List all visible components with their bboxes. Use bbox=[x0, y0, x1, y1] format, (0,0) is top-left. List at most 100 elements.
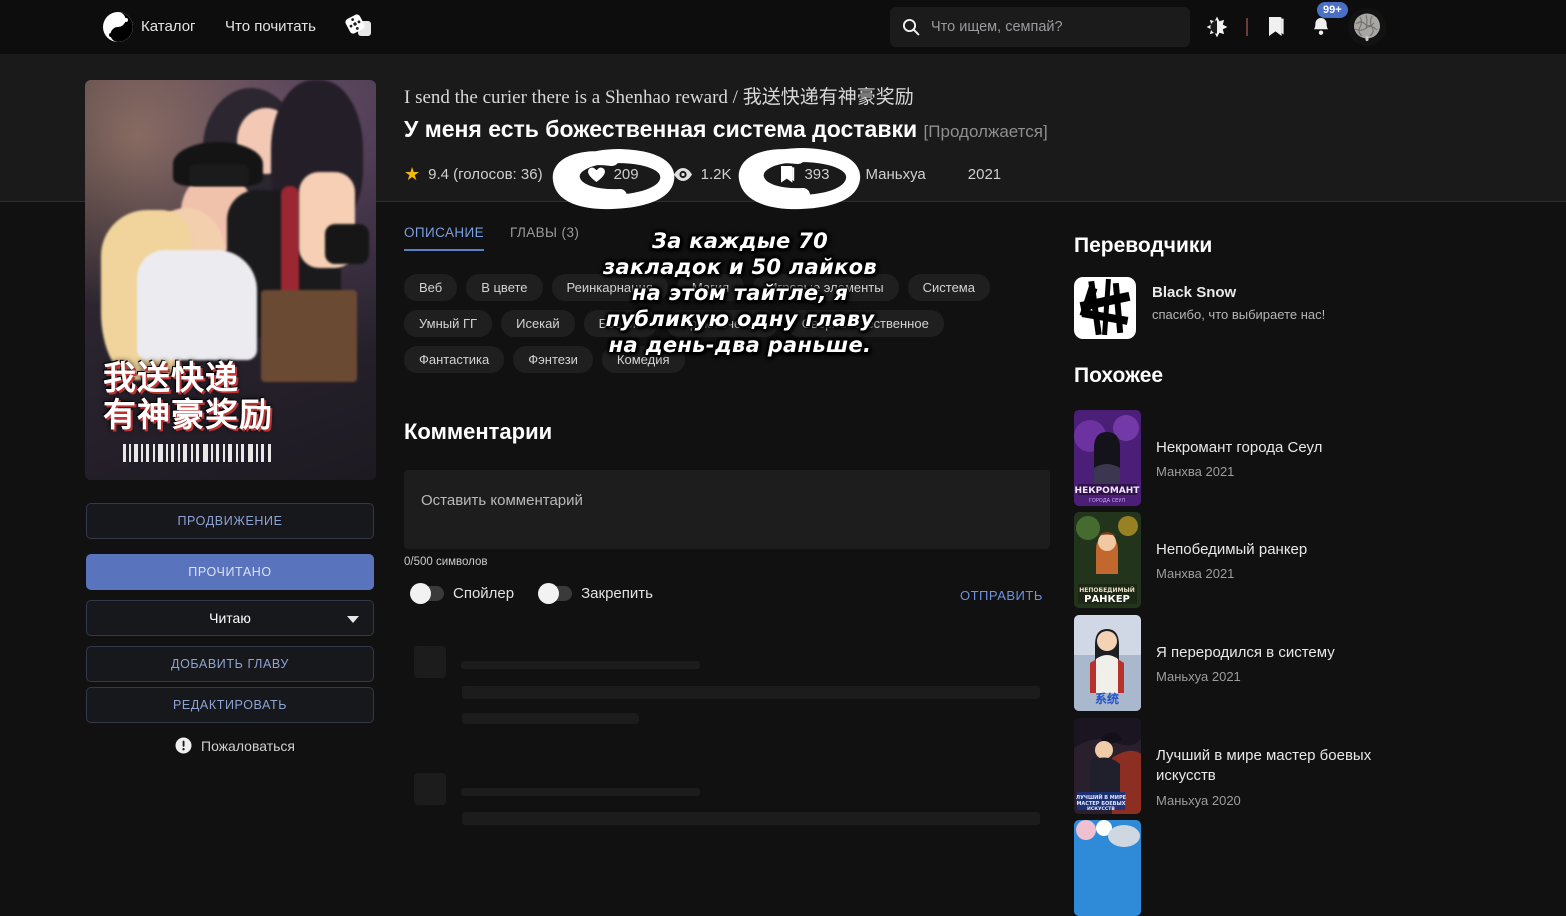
tab-chapters[interactable]: ГЛАВЫ (3) bbox=[510, 225, 579, 251]
comment-input[interactable]: Оставить комментарий bbox=[404, 470, 1050, 549]
likes-stat[interactable]: 209 bbox=[587, 166, 639, 183]
eye-icon bbox=[673, 168, 692, 181]
svg-text:РАНКЕР: РАНКЕР bbox=[1084, 594, 1130, 605]
cover-title: 我送快递 有神豪奖励 bbox=[103, 358, 273, 435]
nav-what-to-read[interactable]: Что почитать bbox=[225, 18, 316, 35]
tag-item[interactable]: Фантастика bbox=[404, 346, 505, 373]
bookmarks-stat[interactable]: 393 bbox=[779, 165, 830, 184]
similar-meta: Манхва 2021 bbox=[1156, 566, 1235, 582]
translators-heading: Переводчики bbox=[1074, 234, 1213, 257]
type-value: Маньхуа bbox=[865, 166, 926, 183]
similar-cover bbox=[1074, 820, 1141, 916]
page-title: У меня есть божественная система доставк… bbox=[404, 116, 1048, 143]
search-icon bbox=[902, 18, 920, 36]
skeleton-line bbox=[462, 812, 1040, 825]
translator-item[interactable]: Black Snow спасибо, что выбираете нас! bbox=[1074, 277, 1325, 339]
bookmarks-value: 393 bbox=[804, 166, 830, 183]
similar-title: Я переродился в систему bbox=[1156, 644, 1335, 661]
notification-badge[interactable]: 99+ bbox=[1317, 2, 1348, 19]
svg-text:系统: 系统 bbox=[1095, 691, 1119, 706]
add-chapter-button[interactable]: ДОБАВИТЬ ГЛАВУ bbox=[86, 646, 374, 682]
tag-item[interactable]: Веб bbox=[404, 274, 458, 301]
cover-image[interactable]: 我送快递 有神豪奖励 bbox=[85, 80, 376, 480]
svg-text:НЕПОБЕДИМЫЙ: НЕПОБЕДИМЫЙ bbox=[1079, 586, 1135, 594]
theme-toggle-icon[interactable] bbox=[1206, 16, 1228, 38]
spoiler-toggle[interactable]: Спойлер bbox=[410, 583, 515, 604]
tag-item[interactable]: В цвете bbox=[466, 274, 543, 301]
similar-item[interactable]: 系统 Я переродился в систему Маньхуа 2021 bbox=[1074, 615, 1335, 711]
tag-item[interactable]: Умный ГГ bbox=[404, 310, 493, 337]
stats-row: ★ 9.4 (голосов: 36) 209 1.2K 393 Маньхуа… bbox=[404, 164, 1031, 185]
status-badge: [Продолжается] bbox=[923, 122, 1048, 141]
similar-cover: НЕКРОМАНТ ГОРОДА СЕУЛ bbox=[1074, 410, 1141, 506]
nav-catalog[interactable]: Каталог bbox=[141, 18, 196, 35]
reading-status-value: Читаю bbox=[209, 610, 251, 626]
english-title: I send the curier there is a Shenhao rew… bbox=[404, 87, 914, 108]
similar-item[interactable]: ЛУЧШИЙ В МИРЕ МАСТЕР БОЕВЫХ ИСКУССТВ Луч… bbox=[1074, 718, 1376, 814]
user-avatar[interactable] bbox=[1348, 8, 1386, 46]
rating-value: 9.4 (голосов: 36) bbox=[428, 166, 543, 183]
handwritten-note: За каждые 70 закладок и 50 лайков на это… bbox=[603, 229, 877, 358]
header-divider bbox=[1246, 18, 1248, 36]
skeleton-line bbox=[461, 661, 700, 669]
similar-cover: ЛУЧШИЙ В МИРЕ МАСТЕР БОЕВЫХ ИСКУССТВ bbox=[1074, 718, 1141, 814]
skeleton-avatar bbox=[414, 773, 446, 805]
spoiler-label: Спойлер bbox=[453, 585, 515, 602]
bookmark-icon[interactable] bbox=[1266, 16, 1286, 38]
pin-toggle[interactable]: Закрепить bbox=[538, 583, 653, 604]
similar-meta: Маньхуа 2020 bbox=[1156, 792, 1241, 808]
report-label: Пожаловаться bbox=[201, 737, 296, 754]
svg-text:ЛУЧШИЙ В МИРЕ: ЛУЧШИЙ В МИРЕ bbox=[1076, 793, 1127, 801]
similar-cover: 系统 bbox=[1074, 615, 1141, 711]
similar-item[interactable]: НЕПОБЕДИМЫЙ РАНКЕР Непобедимый ранкер Ма… bbox=[1074, 512, 1307, 608]
tag-item[interactable]: Система bbox=[907, 274, 990, 301]
tag-item[interactable]: Фэнтези bbox=[513, 346, 593, 373]
reading-status-select[interactable]: Читаю bbox=[86, 600, 374, 636]
search-box[interactable] bbox=[890, 7, 1190, 47]
similar-title: Некромант города Сеул bbox=[1156, 439, 1323, 456]
comment-placeholder: Оставить комментарий bbox=[421, 492, 583, 509]
translator-name: Black Snow bbox=[1152, 284, 1237, 301]
rating-stat: ★ 9.4 (голосов: 36) bbox=[404, 164, 543, 185]
yin-yang-logo[interactable] bbox=[103, 12, 133, 42]
toggle-switch[interactable] bbox=[410, 583, 444, 604]
site-header: Каталог Что почитать Что ищем, семпай? 9… bbox=[0, 0, 1566, 54]
similar-title: Непобедимый ранкер bbox=[1156, 541, 1308, 558]
year-stat[interactable]: 2021 bbox=[968, 166, 1001, 183]
send-comment-button[interactable]: ОТПРАВИТЬ bbox=[960, 588, 1043, 603]
similar-title: Лучший в мире мастер боевых искусств bbox=[1156, 747, 1372, 785]
promote-button[interactable]: ПРОДВИЖЕНИЕ bbox=[86, 503, 374, 539]
tab-description[interactable]: ОПИСАНИЕ bbox=[404, 225, 485, 251]
bell-icon[interactable] bbox=[1311, 16, 1331, 38]
black-snow-logo bbox=[1074, 277, 1136, 339]
similar-item[interactable] bbox=[1074, 820, 1156, 916]
pin-label: Закрепить bbox=[581, 585, 653, 602]
search-input[interactable] bbox=[931, 19, 1190, 35]
skeleton-line bbox=[461, 788, 700, 796]
svg-text:ИСКУССТВ: ИСКУССТВ bbox=[1087, 806, 1115, 812]
dice-icon[interactable] bbox=[344, 12, 372, 38]
similar-item[interactable]: НЕКРОМАНТ ГОРОДА СЕУЛ Некромант города С… bbox=[1074, 410, 1322, 506]
likes-value: 209 bbox=[613, 166, 639, 183]
read-state-button[interactable]: ПРОЧИТАНО bbox=[86, 554, 374, 590]
toggle-switch[interactable] bbox=[538, 583, 573, 604]
type-stat[interactable]: Маньхуа bbox=[866, 166, 926, 183]
year-value: 2021 bbox=[967, 166, 1002, 183]
content-tabs: ОПИСАНИЕ ГЛАВЫ (3) bbox=[404, 225, 579, 251]
bookmark-icon bbox=[781, 166, 795, 183]
warning-icon bbox=[175, 737, 192, 754]
report-button[interactable]: Пожаловаться bbox=[175, 737, 295, 754]
svg-text:НЕКРОМАНТ: НЕКРОМАНТ bbox=[1075, 486, 1141, 496]
russian-title: У меня есть божественная система доставк… bbox=[404, 116, 918, 142]
comments-heading: Комментарии bbox=[404, 419, 553, 444]
views-stat: 1.2K bbox=[673, 166, 732, 183]
translator-tagline: спасибо, что выбираете нас! bbox=[1152, 307, 1326, 322]
star-icon: ★ bbox=[404, 164, 421, 184]
tag-item[interactable]: Исекай bbox=[501, 310, 575, 337]
cover-barcode bbox=[123, 444, 273, 462]
skeleton-line bbox=[462, 686, 1040, 699]
views-value: 1.2K bbox=[700, 166, 732, 183]
edit-button[interactable]: РЕДАКТИРОВАТЬ bbox=[86, 687, 374, 723]
chevron-down-icon bbox=[347, 616, 359, 623]
char-counter: 0/500 символов bbox=[404, 556, 488, 568]
